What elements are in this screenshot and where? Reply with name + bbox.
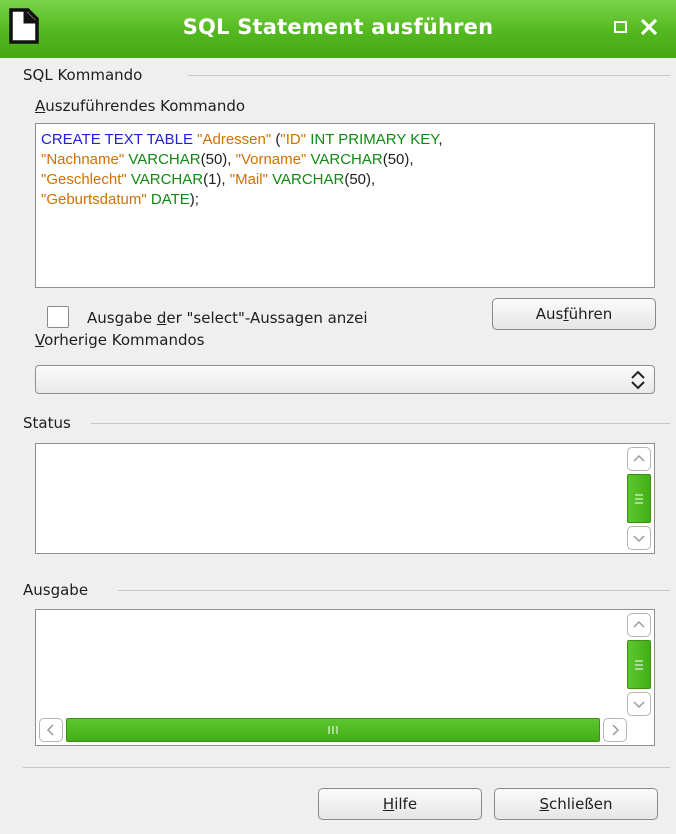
sql-token: "Mail": [229, 171, 268, 188]
scroll-right-button[interactable]: [603, 718, 627, 742]
sql-token: "ID": [280, 131, 307, 148]
show-select-output-label: Ausgabe der "select"-Aussagen anzei: [87, 309, 368, 327]
chevron-right-icon: [612, 724, 620, 736]
chevron-left-icon: [46, 724, 54, 736]
sql-token: VARCHAR: [126, 171, 204, 188]
sql-token: (1),: [203, 171, 230, 188]
title-bar[interactable]: SQL Statement ausführen: [0, 0, 676, 58]
sql-token: "Geschlecht": [41, 171, 127, 188]
maximize-icon[interactable]: [610, 16, 632, 38]
help-button[interactable]: Hilfe: [318, 788, 482, 820]
section-separator: [91, 423, 670, 424]
sql-token: VARCHAR: [267, 171, 345, 188]
sql-token: (50),: [344, 171, 376, 188]
sql-token: (50),: [200, 151, 236, 168]
sql-command-editor[interactable]: CREATE TEXT TABLE "Adressen" ("ID" INT P…: [35, 123, 655, 288]
window-title: SQL Statement ausführen: [182, 15, 494, 39]
output-vertical-scrollbar[interactable]: [627, 613, 651, 716]
status-section-label: Status: [23, 414, 71, 432]
sql-token: ,: [438, 131, 443, 148]
chevron-up-icon: [633, 620, 645, 628]
scroll-thumb[interactable]: [627, 640, 651, 689]
sql-token: VARCHAR: [124, 151, 201, 168]
command-label: Auszuführendes Kommando: [35, 97, 246, 115]
scroll-up-button[interactable]: [627, 447, 651, 471]
sql-token: "Geburtsdatum": [41, 191, 147, 208]
chevron-down-icon: [633, 701, 645, 709]
scroll-up-button[interactable]: [627, 613, 651, 637]
sql-token: INT PRIMARY KEY: [306, 131, 439, 148]
sql-token: DATE: [146, 191, 190, 208]
sql-line: CREATE TEXT TABLE "Adressen" ("ID" INT P…: [41, 130, 649, 150]
previous-commands-dropdown[interactable]: [35, 365, 655, 394]
sql-line: "Nachname" VARCHAR(50), "Vorname" VARCHA…: [41, 150, 649, 170]
close-icon[interactable]: [638, 16, 660, 38]
scroll-down-button[interactable]: [627, 526, 651, 550]
grip-icon: [328, 726, 338, 734]
status-textbox[interactable]: [35, 443, 655, 554]
close-button[interactable]: Schließen: [494, 788, 658, 820]
up-down-arrows-icon: [631, 370, 645, 390]
grip-icon: [635, 660, 643, 669]
sql-token: VARCHAR: [306, 151, 383, 168]
scroll-down-button[interactable]: [627, 692, 651, 716]
sql-section-label: SQL Kommando: [23, 66, 143, 84]
status-vertical-scrollbar[interactable]: [627, 447, 651, 550]
scroll-left-button[interactable]: [39, 718, 63, 742]
show-select-output-checkbox[interactable]: [47, 306, 69, 328]
output-horizontal-scrollbar[interactable]: [39, 718, 627, 742]
sql-token: "Nachname": [41, 151, 125, 168]
output-section-label: Ausgabe: [23, 581, 89, 599]
horizontal-scroll-thumb[interactable]: [66, 718, 600, 742]
sql-token: "Adressen": [197, 131, 272, 148]
previous-commands-label: Vorherige Kommandos: [35, 331, 205, 349]
sql-token: CREATE TEXT TABLE: [41, 131, 198, 148]
section-separator: [118, 590, 670, 591]
footer-separator: [23, 767, 670, 768]
grip-icon: [635, 494, 643, 503]
chevron-up-icon: [633, 454, 645, 462]
sql-token: "Vorname": [235, 151, 307, 168]
execute-button[interactable]: Ausführen: [492, 298, 656, 330]
sql-token: );: [189, 191, 199, 208]
sql-token: (: [271, 131, 281, 148]
scroll-thumb[interactable]: [627, 474, 651, 523]
sql-line: "Geschlecht" VARCHAR(1), "Mail" VARCHAR(…: [41, 170, 649, 190]
chevron-down-icon: [633, 535, 645, 543]
output-textbox[interactable]: [35, 609, 655, 746]
dialog-window: SQL Statement ausführen SQL Kommando Aus…: [0, 0, 676, 834]
sql-token: (50),: [382, 151, 414, 168]
section-separator: [188, 75, 670, 76]
sql-line: "Geburtsdatum" DATE);: [41, 190, 649, 210]
